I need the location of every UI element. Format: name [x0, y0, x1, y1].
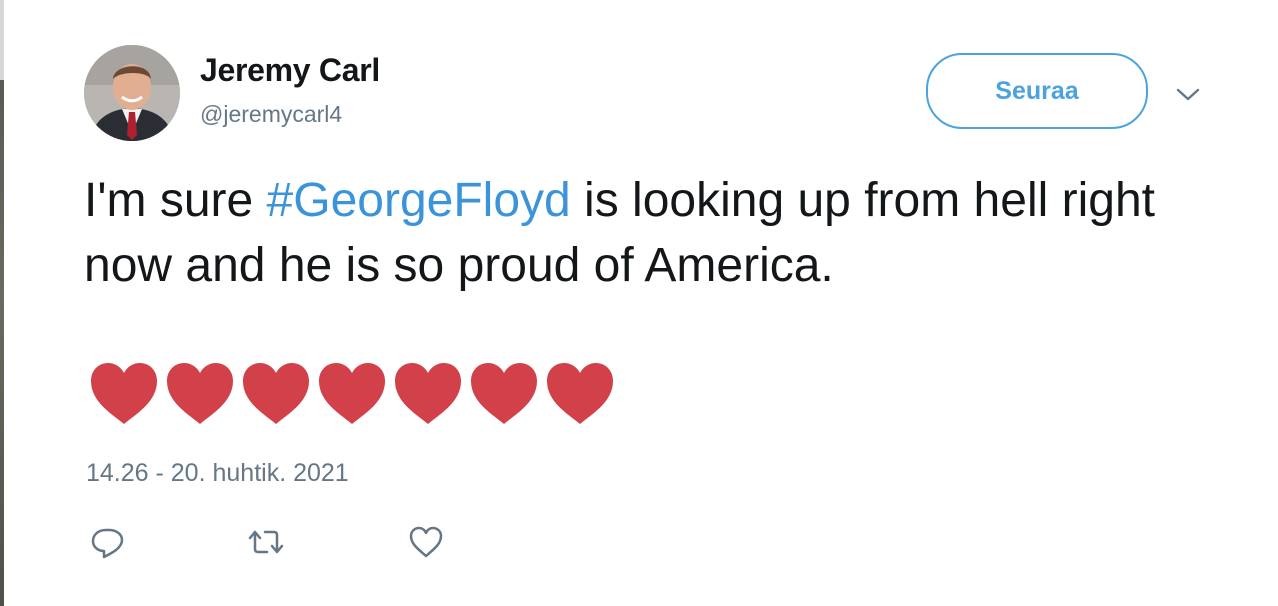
- more-options-button[interactable]: [1174, 80, 1202, 108]
- red-heart-emoji-icon: [395, 363, 461, 424]
- display-name[interactable]: Jeremy Carl: [200, 52, 380, 89]
- retweet-icon: [248, 530, 284, 554]
- avatar[interactable]: [84, 45, 180, 141]
- red-heart-emoji-icon: [167, 363, 233, 424]
- hashtag-link[interactable]: #GeorgeFloyd: [267, 174, 571, 227]
- tweet-text-prefix: I'm sure: [84, 174, 267, 227]
- red-heart-emoji-icon: [471, 363, 537, 424]
- red-heart-emoji-icon: [91, 363, 157, 424]
- red-heart-emoji-icon: [243, 363, 309, 424]
- reply-button[interactable]: [88, 522, 128, 562]
- window-edge: [0, 0, 4, 606]
- red-heart-emoji-icon: [547, 363, 613, 424]
- reply-icon: [91, 528, 124, 559]
- avatar-photo-icon: [84, 45, 180, 141]
- chevron-down-icon: [1176, 88, 1200, 101]
- follow-button[interactable]: Seuraa: [926, 53, 1148, 129]
- tweet-timestamp[interactable]: 14.26 - 20. huhtik. 2021: [86, 459, 349, 488]
- red-heart-emoji-icon: [319, 363, 385, 424]
- like-button[interactable]: [406, 522, 446, 562]
- heart-emoji-row: [86, 360, 618, 428]
- retweet-button[interactable]: [246, 522, 286, 562]
- like-heart-icon: [409, 526, 443, 558]
- user-handle[interactable]: @jeremycarl4: [200, 101, 342, 128]
- tweet-text: I'm sure #GeorgeFloyd is looking up from…: [84, 168, 1244, 298]
